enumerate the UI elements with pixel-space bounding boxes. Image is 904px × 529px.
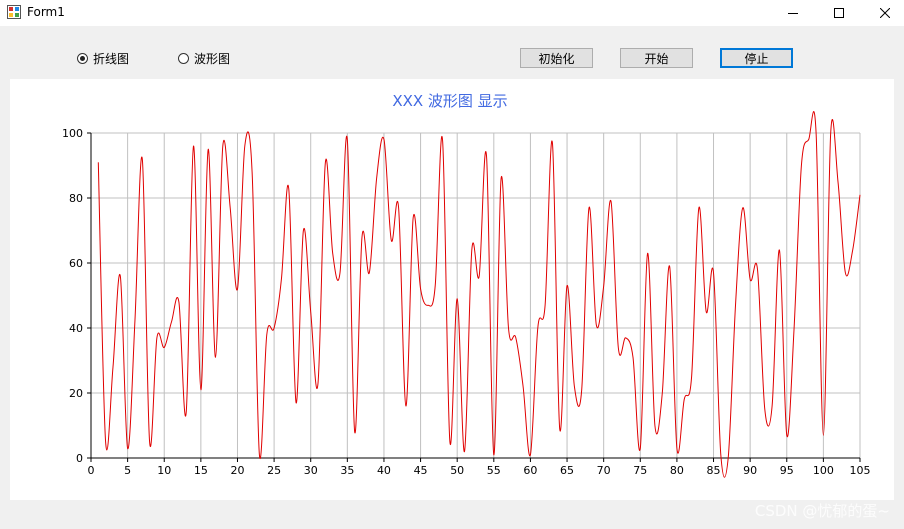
title-bar: Form1: [0, 0, 904, 26]
x-tick-label: 5: [124, 464, 131, 477]
close-button[interactable]: [862, 0, 904, 26]
x-tick-label: 0: [88, 464, 95, 477]
x-tick-label: 35: [340, 464, 354, 477]
minimize-button[interactable]: [770, 0, 816, 26]
x-tick-label: 85: [707, 464, 721, 477]
minimize-icon: [788, 13, 798, 14]
start-button[interactable]: 开始: [620, 48, 693, 68]
radio-wave-chart[interactable]: 波形图: [178, 50, 230, 67]
x-tick-label: 55: [487, 464, 501, 477]
radio-line-chart-label: 折线图: [93, 52, 130, 66]
window-title: Form1: [27, 5, 65, 19]
init-button[interactable]: 初始化: [520, 48, 593, 68]
x-tick-label: 60: [523, 464, 537, 477]
maximize-icon: [834, 8, 844, 18]
x-tick-label: 75: [633, 464, 647, 477]
series-line: [97, 111, 861, 478]
x-tick-label: 10: [157, 464, 171, 477]
x-tick-label: 30: [304, 464, 318, 477]
maximize-button[interactable]: [816, 0, 862, 26]
x-tick-label: 70: [597, 464, 611, 477]
stop-button[interactable]: 停止: [720, 48, 793, 68]
y-tick-label: 100: [62, 127, 83, 140]
x-tick-label: 45: [414, 464, 428, 477]
chart-panel: XXX 波形图 显示 0 5 10 15 20 25 30 35 40 45 50 55 60 65 70 7…: [10, 79, 894, 500]
x-tick-label: 50: [450, 464, 464, 477]
x-tick-label: 90: [743, 464, 757, 477]
app-icon: [7, 5, 21, 19]
radio-wave-chart-label: 波形图: [194, 52, 231, 66]
x-tick-label: 105: [850, 464, 871, 477]
radio-line-chart[interactable]: 折线图: [77, 50, 129, 67]
x-tick-label: 40: [377, 464, 391, 477]
x-tick-label: 100: [813, 464, 834, 477]
waveform-chart: XXX 波形图 显示 0 5 10 15 20 25 30 35 40 45 50 55 60 65 70 7…: [62, 92, 871, 478]
y-tick-label: 20: [69, 387, 83, 400]
chart-title: XXX 波形图 显示: [392, 92, 507, 110]
watermark: CSDN @忧郁的蛋~: [754, 502, 890, 520]
radio-checked-icon: [77, 53, 88, 64]
y-tick-label: 60: [69, 257, 83, 270]
y-tick-label: 80: [69, 192, 83, 205]
x-tick-label: 25: [267, 464, 281, 477]
close-icon: [880, 8, 890, 18]
x-tick-label: 95: [780, 464, 794, 477]
y-tick-label: 40: [69, 322, 83, 335]
x-tick-label: 65: [560, 464, 574, 477]
x-tick-label: 20: [230, 464, 244, 477]
radio-unchecked-icon: [178, 53, 189, 64]
y-tick-label: 0: [76, 452, 83, 465]
x-tick-label: 15: [194, 464, 208, 477]
x-tick-label: 80: [670, 464, 684, 477]
